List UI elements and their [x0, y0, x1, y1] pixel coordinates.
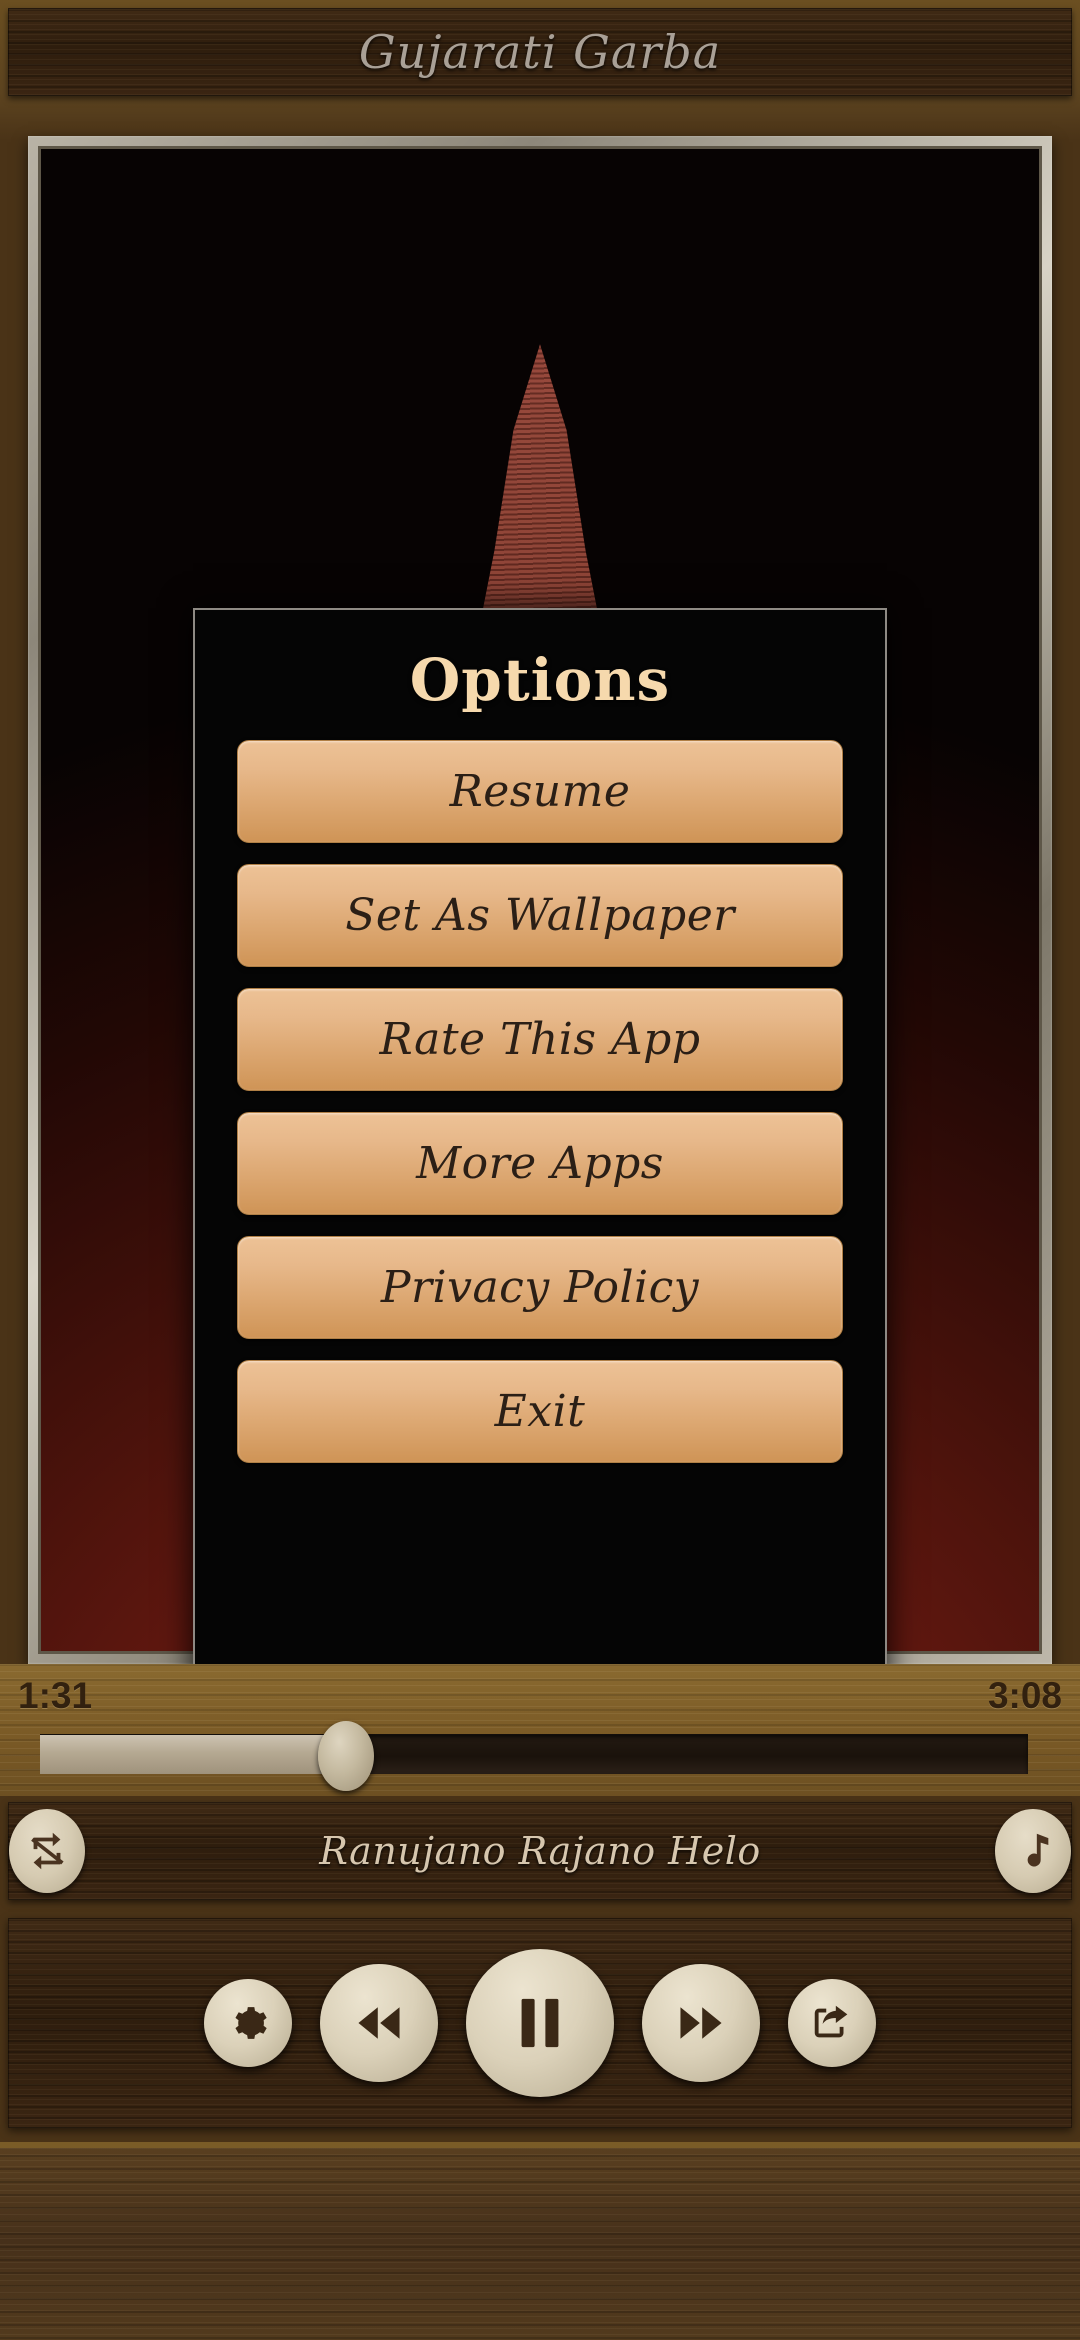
rate-this-app-button[interactable]: Rate This App — [237, 988, 843, 1091]
set-as-wallpaper-button[interactable]: Set As Wallpaper — [237, 864, 843, 967]
more-apps-button-label: More Apps — [416, 1138, 664, 1189]
seek-area: 1:31 3:08 — [0, 1664, 1080, 1796]
more-apps-button[interactable]: More Apps — [237, 1112, 843, 1215]
next-button[interactable] — [642, 1964, 760, 2082]
options-dialog: Options Resume Set As Wallpaper Rate Thi… — [193, 608, 887, 1718]
playlist-button[interactable] — [995, 1809, 1071, 1893]
exit-button[interactable]: Exit — [237, 1360, 843, 1463]
rewind-icon — [358, 2007, 400, 2039]
gear-icon — [235, 2007, 267, 2039]
seek-bar-thumb[interactable] — [318, 1721, 375, 1791]
fast-forward-icon — [680, 2007, 722, 2039]
song-info-bar: Ranujano Rajano Helo — [8, 1802, 1072, 1900]
repeat-mode-button[interactable] — [9, 1809, 85, 1893]
rate-this-app-button-label: Rate This App — [379, 1014, 701, 1065]
time-row: 1:31 3:08 — [0, 1668, 1080, 1724]
pause-icon — [521, 1998, 559, 2048]
resume-button-label: Resume — [449, 766, 631, 817]
music-note-icon — [1027, 1833, 1049, 1867]
previous-button[interactable] — [320, 1964, 438, 2082]
music-player-screen: Gujarati Garba Options Resume Set As Wal… — [0, 0, 1080, 2340]
exit-button-label: Exit — [494, 1386, 586, 1437]
seek-bar[interactable] — [40, 1721, 1028, 1791]
page-title: Gujarati Garba — [358, 25, 722, 79]
share-icon — [814, 2005, 848, 2038]
total-time-label: 3:08 — [987, 1675, 1062, 1716]
share-button[interactable] — [788, 1979, 876, 2067]
set-as-wallpaper-button-label: Set As Wallpaper — [345, 890, 735, 941]
bottom-wood-strip — [0, 2142, 1080, 2340]
privacy-policy-button[interactable]: Privacy Policy — [237, 1236, 843, 1339]
privacy-policy-button-label: Privacy Policy — [380, 1262, 700, 1313]
dialog-button-list: Resume Set As Wallpaper Rate This App Mo… — [237, 740, 843, 1463]
resume-button[interactable]: Resume — [237, 740, 843, 843]
app-title-bar: Gujarati Garba — [8, 8, 1072, 96]
play-pause-button[interactable] — [466, 1949, 614, 2097]
transport-controls — [8, 1918, 1072, 2128]
repeat-off-icon — [31, 1832, 64, 1870]
settings-button[interactable] — [204, 1979, 292, 2067]
dialog-title: Options — [409, 646, 671, 714]
song-title: Ranujano Rajano Helo — [319, 1829, 761, 1873]
current-time-label: 1:31 — [18, 1675, 93, 1716]
seek-bar-fill — [40, 1735, 347, 1774]
